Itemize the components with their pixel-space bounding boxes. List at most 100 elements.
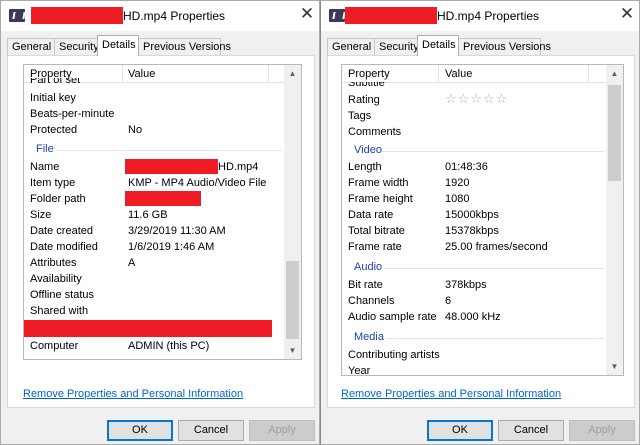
property-value: 1920 bbox=[445, 177, 470, 189]
property-name: Size bbox=[30, 209, 52, 221]
property-value: 11.6 GB bbox=[128, 209, 168, 221]
group-header-file[interactable]: File bbox=[36, 143, 54, 155]
group-header-audio[interactable]: Audio bbox=[354, 261, 382, 273]
scroll-thumb[interactable] bbox=[608, 85, 621, 181]
remove-properties-link[interactable]: Remove Properties and Personal Informati… bbox=[341, 388, 561, 400]
tab-general[interactable]: General bbox=[7, 38, 55, 55]
group-divider bbox=[56, 150, 282, 151]
property-name: Total bitrate bbox=[348, 225, 405, 237]
scroll-down-arrow-icon[interactable]: ▼ bbox=[284, 342, 301, 359]
apply-button[interactable]: Apply bbox=[569, 420, 635, 441]
property-name: Contributing artists bbox=[348, 349, 440, 361]
scroll-up-arrow-icon[interactable]: ▲ bbox=[606, 65, 623, 82]
property-value: 3/29/2019 11:30 AM bbox=[128, 225, 226, 237]
vertical-scrollbar[interactable]: ▲ ▼ bbox=[606, 65, 623, 375]
list-header: Property Value bbox=[342, 65, 623, 83]
star-outline-icon[interactable]: ☆☆☆☆☆ bbox=[445, 91, 508, 107]
group-header-video[interactable]: Video bbox=[354, 144, 382, 156]
scroll-up-arrow-icon[interactable]: ▲ bbox=[284, 65, 301, 82]
details-panel: Property Value Part of set Initial key B… bbox=[7, 55, 315, 408]
property-value: 15000kbps bbox=[445, 209, 499, 221]
property-name: Item type bbox=[30, 177, 76, 189]
group-divider bbox=[384, 268, 604, 269]
details-panel: Property Value Subtitle Rating ☆☆☆☆☆ Tag… bbox=[327, 55, 635, 408]
tab-details[interactable]: Details bbox=[97, 35, 139, 56]
column-header-value[interactable]: Value bbox=[128, 68, 155, 80]
title-bar[interactable]: HD.mp4 Properties ✕ bbox=[321, 1, 639, 31]
properties-window-right: HD.mp4 Properties ✕ General Security Det… bbox=[320, 0, 640, 445]
property-name: Attributes bbox=[30, 257, 77, 269]
column-header-value[interactable]: Value bbox=[445, 68, 472, 80]
group-divider bbox=[386, 338, 604, 339]
property-name: Audio sample rate bbox=[348, 311, 437, 323]
property-name: Channels bbox=[348, 295, 395, 307]
property-name: Subtitle bbox=[348, 82, 385, 87]
property-value: KMP - MP4 Audio/Video File bbox=[128, 177, 267, 189]
close-icon[interactable]: ✕ bbox=[618, 4, 636, 24]
property-value: No bbox=[128, 124, 143, 136]
tab-previous-versions[interactable]: Previous Versions bbox=[138, 38, 231, 55]
property-value: 1080 bbox=[445, 193, 470, 205]
property-name: Offline status bbox=[30, 289, 94, 301]
tab-general[interactable]: General bbox=[327, 38, 375, 55]
property-name: Folder path bbox=[30, 193, 86, 205]
close-icon[interactable]: ✕ bbox=[298, 4, 316, 24]
ok-button[interactable]: OK bbox=[107, 420, 173, 441]
property-list[interactable]: Property Value Subtitle Rating ☆☆☆☆☆ Tag… bbox=[341, 64, 624, 376]
property-value: 1/6/2019 1:46 AM bbox=[128, 241, 215, 253]
property-value: 48.000 kHz bbox=[445, 311, 501, 323]
property-value: 378kbps bbox=[445, 279, 487, 291]
cancel-button[interactable]: Cancel bbox=[178, 420, 244, 441]
redacted-filename bbox=[345, 7, 437, 24]
property-name: Frame width bbox=[348, 177, 409, 189]
property-name: Protected bbox=[30, 124, 78, 136]
property-value: A bbox=[128, 257, 136, 269]
property-name: Availability bbox=[30, 273, 82, 285]
redacted-row bbox=[24, 320, 272, 337]
window-title: HD.mp4 Properties bbox=[437, 9, 540, 23]
property-name: Computer bbox=[30, 340, 79, 352]
property-name: Date modified bbox=[30, 241, 98, 253]
group-header-media[interactable]: Media bbox=[354, 331, 384, 343]
scroll-thumb[interactable] bbox=[286, 261, 299, 339]
column-divider[interactable] bbox=[588, 65, 589, 83]
ok-button[interactable]: OK bbox=[427, 420, 493, 441]
property-name: Initial key bbox=[30, 92, 76, 104]
redacted-filename bbox=[31, 7, 123, 24]
property-name: Comments bbox=[348, 126, 402, 138]
remove-properties-link[interactable]: Remove Properties and Personal Informati… bbox=[23, 388, 243, 400]
column-divider[interactable] bbox=[438, 65, 439, 83]
property-value: ADMIN (this PC) bbox=[128, 340, 210, 352]
property-name: Beats-per-minute bbox=[30, 108, 115, 120]
kmplayer-icon bbox=[9, 9, 25, 22]
redacted-folder-path bbox=[125, 191, 201, 206]
vertical-scrollbar[interactable]: ▲ ▼ bbox=[284, 65, 301, 359]
property-name: Shared with bbox=[30, 305, 89, 317]
tab-details[interactable]: Details bbox=[417, 35, 459, 56]
property-name: Part of set bbox=[30, 78, 81, 86]
kmplayer-icon bbox=[329, 9, 345, 22]
property-value: 15378kbps bbox=[445, 225, 499, 237]
property-name: Date created bbox=[30, 225, 93, 237]
title-bar[interactable]: HD.mp4 Properties ✕ bbox=[1, 1, 319, 31]
properties-window-left: HD.mp4 Properties ✕ General Security Det… bbox=[0, 0, 320, 445]
group-divider bbox=[382, 151, 604, 152]
cancel-button[interactable]: Cancel bbox=[498, 420, 564, 441]
tab-previous-versions[interactable]: Previous Versions bbox=[458, 38, 551, 55]
tab-security[interactable]: Security bbox=[374, 38, 419, 55]
redacted-name bbox=[125, 159, 218, 174]
property-name: Bit rate bbox=[348, 279, 383, 291]
property-list[interactable]: Property Value Part of set Initial key B… bbox=[23, 64, 302, 360]
column-divider[interactable] bbox=[268, 65, 269, 83]
tab-security[interactable]: Security bbox=[54, 38, 99, 55]
apply-button[interactable]: Apply bbox=[249, 420, 315, 441]
property-value: 01:48:36 bbox=[445, 161, 488, 173]
column-header-property[interactable]: Property bbox=[348, 68, 390, 80]
property-name: Data rate bbox=[348, 209, 394, 221]
column-divider[interactable] bbox=[122, 65, 123, 83]
property-value: HD.mp4 bbox=[218, 161, 259, 173]
property-name: Frame rate bbox=[348, 241, 402, 253]
scroll-down-arrow-icon[interactable]: ▼ bbox=[606, 358, 623, 375]
property-name: Length bbox=[348, 161, 382, 173]
property-name: Frame height bbox=[348, 193, 413, 205]
